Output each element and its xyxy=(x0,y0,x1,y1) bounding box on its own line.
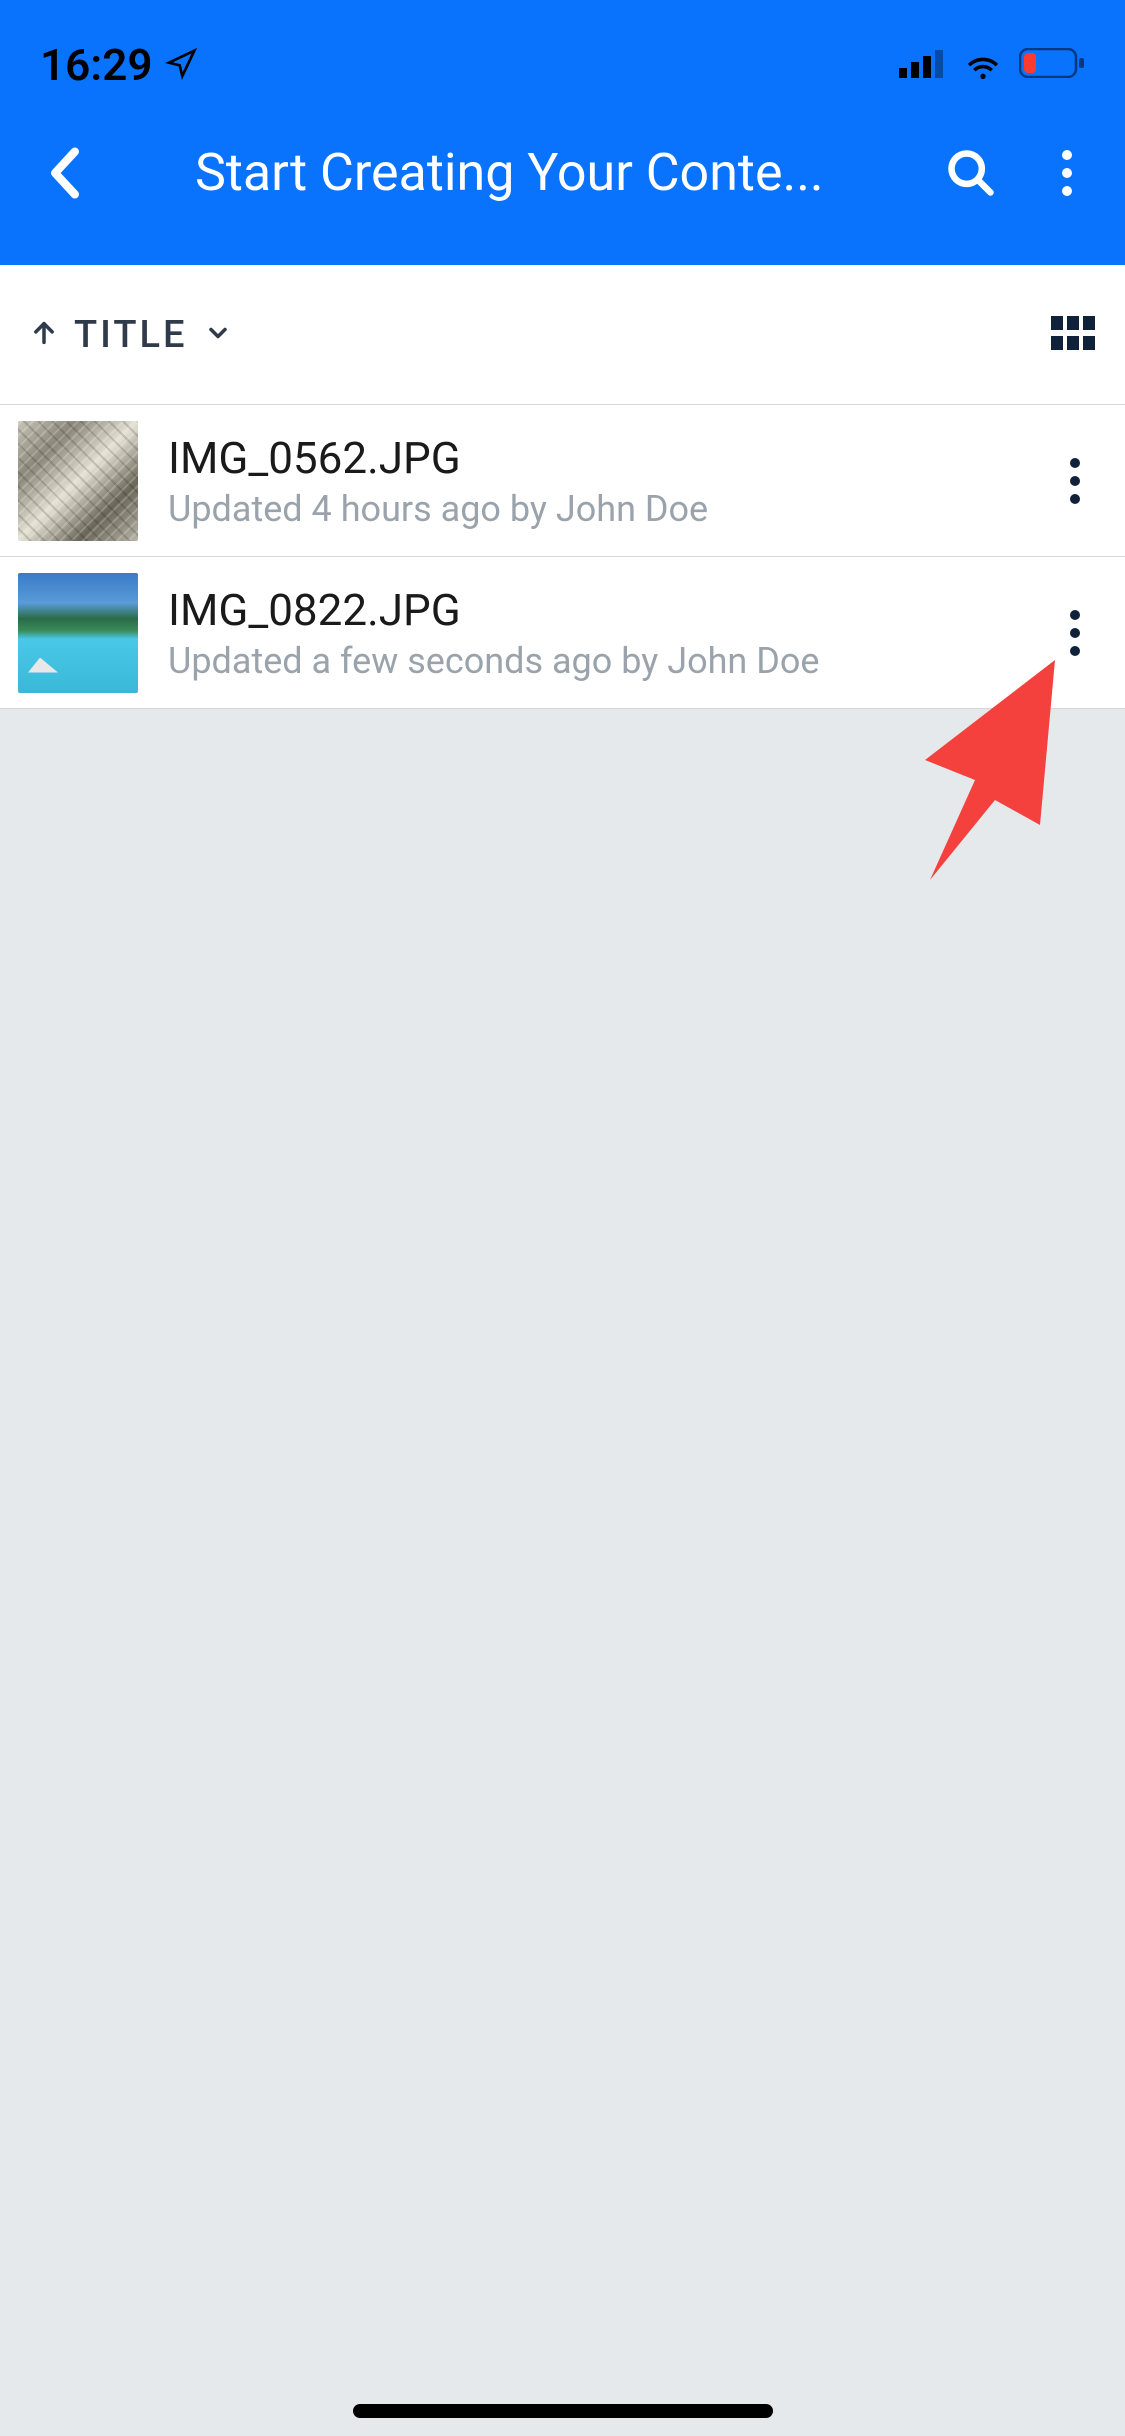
battery-icon xyxy=(1019,48,1085,82)
file-thumbnail xyxy=(18,421,138,541)
cellular-icon xyxy=(899,48,947,82)
file-name: IMG_0822.JPG xyxy=(168,584,1025,636)
sort-bar: TITLE xyxy=(0,265,1125,405)
more-menu-button[interactable] xyxy=(1039,145,1095,201)
home-indicator[interactable] xyxy=(353,2404,773,2418)
sort-control[interactable]: TITLE xyxy=(30,313,232,357)
file-meta: Updated a few seconds ago by John Doe xyxy=(168,640,1025,682)
page-title: Start Creating Your Conte... xyxy=(195,142,933,203)
sort-direction-icon xyxy=(30,313,58,357)
file-thumbnail xyxy=(18,573,138,693)
back-button[interactable] xyxy=(35,143,95,203)
wifi-icon xyxy=(961,47,1005,83)
file-meta: Updated 4 hours ago by John Doe xyxy=(168,488,1025,530)
item-more-button[interactable] xyxy=(1055,603,1095,663)
list-item[interactable]: IMG_0822.JPG Updated a few seconds ago b… xyxy=(0,557,1125,709)
file-name: IMG_0562.JPG xyxy=(168,432,1025,484)
search-button[interactable] xyxy=(943,145,999,201)
grid-view-button[interactable] xyxy=(1051,316,1095,354)
location-icon xyxy=(165,39,197,91)
status-time: 16:29 xyxy=(40,39,153,91)
sort-label: TITLE xyxy=(74,313,188,357)
chevron-down-icon xyxy=(204,313,232,357)
app-header: Start Creating Your Conte... xyxy=(0,110,1125,265)
item-more-button[interactable] xyxy=(1055,451,1095,511)
list-item[interactable]: IMG_0562.JPG Updated 4 hours ago by John… xyxy=(0,405,1125,557)
status-bar: 16:29 xyxy=(0,0,1125,110)
file-list: IMG_0562.JPG Updated 4 hours ago by John… xyxy=(0,405,1125,709)
